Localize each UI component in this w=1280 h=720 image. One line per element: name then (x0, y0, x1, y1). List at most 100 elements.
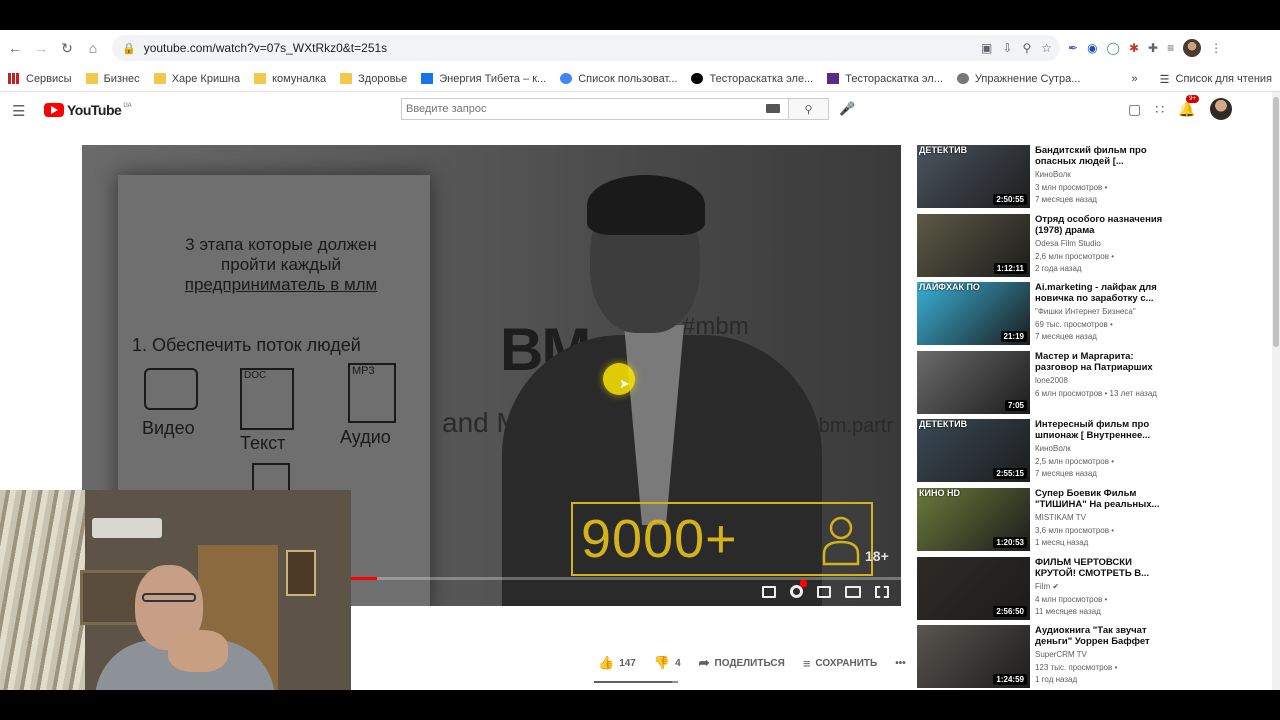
like-button[interactable]: 👍 147 (598, 655, 636, 671)
video-thumbnail[interactable]: 7:05 (917, 350, 1030, 414)
upload-age: 1 месяц назад (1035, 538, 1089, 547)
video-title[interactable]: Отряд особого назначения (1978) драма (1035, 214, 1170, 236)
video-thumbnail[interactable]: ЛАЙФХАК ПО 21:19 (917, 282, 1030, 346)
video-title[interactable]: Ai.marketing - лайфак для новичка по зар… (1035, 282, 1170, 304)
youtube-play-icon (44, 103, 64, 117)
channel-name[interactable]: "Фишки Интернет Бизнеса" (1035, 307, 1136, 316)
video-title[interactable]: Мастер и Маргарита: разговор на Патриарш… (1035, 351, 1170, 373)
video-thumbnail[interactable]: 1:24:59 (917, 625, 1030, 689)
home-icon[interactable]: ⌂ (80, 35, 106, 61)
channel-name[interactable]: SuperCRM TV (1035, 650, 1087, 659)
bookmark-dough-sheeter-1[interactable]: Тестораскатка эле... (691, 73, 813, 85)
site-icon (691, 73, 704, 84)
video-title[interactable]: Интересный фильм про шпионаж [ Внутренне… (1035, 419, 1170, 441)
bookmark-tibet-energy[interactable]: Энергия Тибета – к... (421, 73, 546, 85)
bookmarks-overflow-button[interactable]: » (1132, 73, 1138, 85)
bookmarks-bar: Сервисы Бизнес Харе Кришна комуналка Здо… (0, 66, 1280, 92)
bookmark-dough-sheeter-2[interactable]: Тестораскатка эл... (827, 73, 943, 85)
youtube-logo[interactable]: YouTube UA (44, 102, 132, 118)
upload-age: 7 месяцев назад (1035, 469, 1097, 479)
fullscreen-icon[interactable] (875, 585, 889, 598)
video-title[interactable]: Супер Боевик Фильм "ТИШИНА" На реальных.… (1035, 488, 1170, 510)
video-thumbnail[interactable]: ДЕТЕКТИВ 2:50:55 (917, 145, 1030, 208)
channel-name[interactable]: lone2008 (1035, 376, 1068, 385)
apps-icon (8, 73, 20, 84)
dislike-button[interactable]: 👎 4 (654, 655, 681, 671)
bookmark-user-list[interactable]: Список пользоват... (560, 73, 677, 85)
reload-icon[interactable]: ↻ (54, 35, 80, 61)
page-scrollbar[interactable] (1272, 92, 1280, 690)
star-icon[interactable]: ☆ (1041, 41, 1052, 55)
video-title[interactable]: Бандитский фильм про опасных людей [... (1035, 145, 1170, 167)
camera-icon (144, 368, 198, 410)
reading-list-button[interactable]: Список для чтения (1176, 73, 1272, 85)
apps-grid-icon[interactable]: ∷ (1155, 101, 1164, 118)
more-actions-button[interactable]: ••• (895, 658, 906, 669)
settings-gear-icon[interactable] (790, 580, 807, 598)
webcam-hand (168, 630, 228, 672)
video-duration: 2:50:55 (993, 194, 1027, 205)
webcam-air-conditioner (92, 518, 162, 538)
gear-icon (560, 73, 573, 84)
view-count: 123 тыс. просмотров • (1035, 663, 1118, 673)
forward-icon[interactable]: → (28, 35, 54, 61)
menu-icon[interactable]: ☰ (12, 102, 25, 120)
subtitles-icon[interactable] (762, 585, 776, 598)
video-thumbnail[interactable]: КИНО HD 1:20:53 (917, 488, 1030, 551)
bookmark-hare-krishna[interactable]: Харе Кришна (153, 73, 240, 85)
bookmark-sutra-exercise[interactable]: Упражнение Сутра... (956, 73, 1080, 85)
install-icon[interactable]: ⇩ (1002, 41, 1012, 55)
shield-extension-icon[interactable]: ◯ (1107, 41, 1120, 55)
vpn-extension-icon[interactable]: ◉ (1087, 41, 1097, 55)
video-title[interactable]: Аудиокнига "Так звучат деньги" Уоррен Ба… (1035, 625, 1170, 647)
channel-name[interactable]: КиноВолк (1035, 170, 1071, 179)
pen-extension-icon[interactable]: ✒ (1068, 41, 1078, 55)
address-bar[interactable]: 🔒 youtube.com/watch?v=07s_WXtRkz0&t=251s… (112, 35, 1060, 61)
channel-name[interactable]: Odesa Film Studio (1035, 239, 1101, 248)
create-video-icon[interactable]: ▢ (1128, 101, 1141, 118)
recommended-video[interactable]: ЛАЙФХАК ПО 21:19 Ai.marketing - лайфак д… (917, 282, 1267, 346)
bookmark-utilities[interactable]: комуналка (254, 73, 326, 85)
webcam-glasses (142, 593, 196, 602)
video-thumbnail[interactable]: 2:56:50 (917, 556, 1030, 620)
recommended-video[interactable]: 7:05 Мастер и Маргарита: разговор на Пат… (917, 350, 1267, 415)
theater-mode-icon[interactable] (845, 585, 861, 598)
bookmark-health[interactable]: Здоровье (340, 73, 407, 85)
keyboard-icon[interactable] (766, 104, 780, 113)
profile-avatar[interactable] (1183, 39, 1202, 57)
recommended-video[interactable]: 1:12:11 Отряд особого назначения (1978) … (917, 213, 1267, 278)
scrollbar-thumb[interactable] (1273, 97, 1279, 347)
reading-mode-icon[interactable]: ≡ (1167, 41, 1174, 55)
video-thumbnail[interactable]: 1:12:11 (917, 213, 1030, 277)
notifications-bell-icon[interactable]: 🔔 9+ (1178, 94, 1199, 118)
bookmark-services[interactable]: Сервисы (8, 73, 72, 85)
recommended-video[interactable]: 2:56:50 ФИЛЬМ ЧЕРТОВСКИ КРУТОЙ! СМОТРЕТЬ… (917, 556, 1267, 621)
browser-menu-icon[interactable]: ⋮ (1210, 41, 1222, 55)
search-button[interactable]: ⚲ (789, 98, 829, 120)
zoom-icon[interactable]: ⚲ (1022, 41, 1031, 55)
search-input[interactable] (406, 103, 766, 115)
bookmark-business[interactable]: Бизнес (85, 73, 140, 85)
cast-icon[interactable]: ▣ (981, 41, 992, 55)
share-button[interactable]: ➦ ПОДЕЛИТЬСЯ (699, 655, 785, 671)
video-title[interactable]: ФИЛЬМ ЧЕРТОВСКИ КРУТОЙ! СМОТРЕТЬ В... (1035, 557, 1170, 579)
video-thumbnail[interactable]: ДЕТЕКТИВ 2:55:15 (917, 419, 1030, 483)
video-duration: 2:55:15 (993, 468, 1027, 480)
upload-age: 1 год назад (1035, 675, 1078, 685)
channel-name[interactable]: Film ✔ (1035, 582, 1059, 591)
browser-toolbar: ← → ↻ ⌂ 🔒 youtube.com/watch?v=07s_WXtRkz… (0, 30, 1280, 66)
age-rating-badge: 18+ (865, 548, 889, 564)
channel-name[interactable]: КиноВолк (1035, 444, 1071, 453)
recommended-video[interactable]: 1:24:59 Аудиокнига "Так звучат деньги" У… (917, 625, 1267, 689)
microphone-icon[interactable]: 🎤 (839, 101, 855, 117)
recommended-video[interactable]: ДЕТЕКТИВ 2:55:15 Интересный фильм про шп… (917, 419, 1267, 483)
recommended-video[interactable]: КИНО HD 1:20:53 Супер Боевик Фильм "ТИШИ… (917, 488, 1267, 552)
back-icon[interactable]: ← (2, 35, 28, 61)
bug-extension-icon[interactable]: ✱ (1129, 41, 1139, 55)
channel-name[interactable]: MISTIKAM TV (1035, 513, 1086, 522)
save-button[interactable]: ≡ СОХРАНИТЬ (803, 656, 877, 671)
puzzle-icon[interactable]: ✚ (1148, 41, 1158, 55)
user-avatar[interactable] (1209, 98, 1232, 120)
miniplayer-icon[interactable] (817, 585, 831, 598)
recommended-video[interactable]: ДЕТЕКТИВ 2:50:55 Бандитский фильм про оп… (917, 145, 1267, 209)
